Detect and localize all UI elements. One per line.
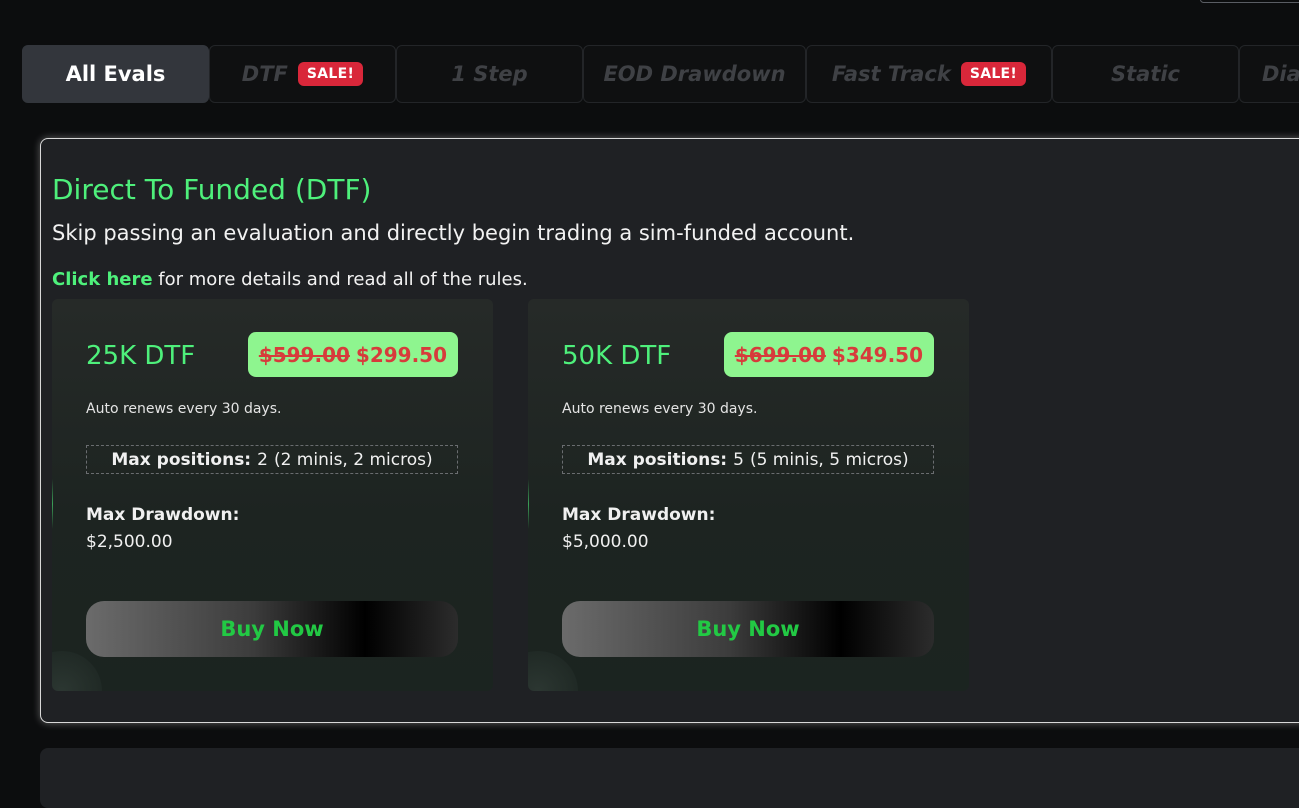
old-price: $599.00: [258, 342, 350, 367]
buy-now-button[interactable]: Buy Now: [562, 601, 934, 657]
price-tag: $599.00 $299.50: [247, 332, 458, 377]
max-positions-value: 2: [257, 449, 268, 470]
max-drawdown-label: Max Drawdown:: [562, 505, 716, 525]
click-here-link[interactable]: Click here: [52, 269, 153, 290]
max-drawdown-value: $5,000.00: [562, 532, 649, 552]
max-positions-box: Max positions: 5 (5 minis, 5 micros): [562, 445, 934, 474]
sale-badge: SALE!: [960, 62, 1027, 86]
tab-label: All Evals: [65, 62, 166, 86]
max-drawdown-label: Max Drawdown:: [86, 505, 240, 525]
dtf-section: Direct To Funded (DTF) Skip passing an e…: [40, 138, 1299, 723]
tab-dia[interactable]: Dia: [1239, 45, 1299, 103]
sale-price: $349.50: [831, 342, 923, 367]
max-drawdown-value: $2,500.00: [86, 532, 173, 552]
tab-static[interactable]: Static: [1052, 45, 1239, 103]
tab-label: 1 Step: [451, 62, 528, 86]
tab-label: DTF: [241, 62, 288, 86]
tab-fast-track[interactable]: Fast Track SALE!: [806, 45, 1052, 103]
tab-all-evals[interactable]: All Evals: [22, 45, 209, 103]
buy-now-button[interactable]: Buy Now: [86, 601, 458, 657]
sale-badge: SALE!: [297, 62, 364, 86]
max-positions-label: Max positions:: [587, 449, 728, 470]
tab-1-step[interactable]: 1 Step: [396, 45, 583, 103]
max-positions-detail: (2 minis, 2 micros): [273, 449, 433, 470]
max-positions-label: Max positions:: [111, 449, 252, 470]
section-description: Skip passing an evaluation and directly …: [52, 221, 855, 245]
details-line: Click here for more details and read all…: [52, 269, 528, 290]
plan-name: 50K DTF: [562, 341, 672, 371]
eval-tabs: All Evals DTF SALE! 1 Step EOD Drawdown …: [22, 45, 1299, 103]
tab-dtf[interactable]: DTF SALE!: [209, 45, 396, 103]
max-positions-detail: (5 minis, 5 micros): [749, 449, 909, 470]
plan-name: 25K DTF: [86, 341, 196, 371]
details-text: for more details and read all of the rul…: [152, 269, 528, 290]
tab-label: EOD Drawdown: [603, 62, 786, 86]
tab-label: Fast Track: [831, 62, 951, 86]
old-price: $699.00: [734, 342, 826, 367]
renew-note: Auto renews every 30 days.: [86, 401, 282, 417]
tab-label: Static: [1110, 62, 1181, 86]
max-positions-box: Max positions: 2 (2 minis, 2 micros): [86, 445, 458, 474]
max-positions-value: 5: [733, 449, 744, 470]
next-section: [40, 748, 1299, 808]
sale-price: $299.50: [355, 342, 447, 367]
renew-note: Auto renews every 30 days.: [562, 401, 758, 417]
price-tag: $699.00 $349.50: [723, 332, 934, 377]
tab-eod-drawdown[interactable]: EOD Drawdown: [583, 45, 806, 103]
plan-card-50k: 50K DTF $699.00 $349.50 Auto renews ever…: [528, 299, 969, 691]
tab-label: Dia: [1262, 62, 1299, 86]
section-title: Direct To Funded (DTF): [52, 173, 372, 206]
top-edge-decoration: [1200, 0, 1299, 3]
plan-card-25k: 25K DTF $599.00 $299.50 Auto renews ever…: [52, 299, 493, 691]
